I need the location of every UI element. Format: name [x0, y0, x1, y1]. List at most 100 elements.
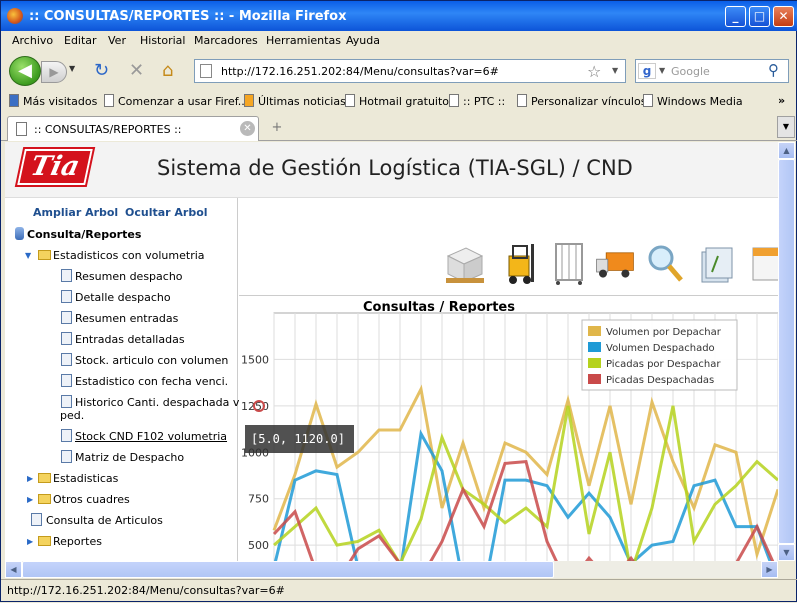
home-icon[interactable]: ⌂	[162, 61, 173, 81]
bookmark-label: Personalizar vínculos	[531, 95, 647, 108]
document-icon	[61, 332, 72, 345]
tree-group-otros-cuadres[interactable]: Otros cuadres	[38, 493, 130, 506]
stop-icon[interactable]: ✕	[129, 61, 144, 81]
bookmarks-toolbar: Más visitados Comenzar a usar Firef... Ú…	[1, 91, 797, 113]
navigation-tree-panel: Ampliar Arbol Ocultar Arbol Consulta/Rep…	[5, 198, 249, 561]
url-dropdown-icon[interactable]: ▼	[612, 66, 618, 75]
document-icon	[61, 290, 72, 303]
report-panel: Consultas / Reportes500750100012501500[5…	[239, 198, 778, 561]
menu-ayuda[interactable]: Ayuda	[346, 34, 380, 47]
magnifier-icon[interactable]	[645, 242, 685, 286]
legend-swatch	[588, 342, 601, 352]
y-tick-label: 750	[248, 493, 269, 506]
app-title: Sistema de Gestión Logística (TIA-SGL) /…	[157, 156, 633, 180]
bookmark-ptc[interactable]: :: PTC ::	[449, 94, 505, 108]
menu-ver[interactable]: Ver	[108, 34, 126, 47]
expand-arrow-icon[interactable]: ▶	[27, 495, 33, 504]
url-text[interactable]: http://172.16.251.202:84/Menu/consultas?…	[221, 65, 499, 78]
tab-close-icon[interactable]: ✕	[240, 121, 255, 136]
document-icon	[61, 450, 72, 463]
module-icon-row	[239, 198, 778, 296]
bookmark-windows-media[interactable]: Windows Media	[643, 94, 743, 108]
new-tab-button[interactable]: +	[263, 118, 291, 138]
forward-button[interactable]: ▶	[41, 61, 67, 83]
tree-item-entradas-detalladas[interactable]: Entradas detalladas	[75, 333, 185, 346]
tree-group-volumetria[interactable]: Estadisticos con volumetria	[38, 249, 205, 262]
bookmark-mas-visitados[interactable]: Más visitados	[9, 94, 97, 108]
url-bar[interactable]: http://172.16.251.202:84/Menu/consultas?…	[194, 59, 626, 83]
tree-item-resumen-entradas[interactable]: Resumen entradas	[75, 312, 178, 325]
bookmarks-more-button[interactable]: »	[778, 94, 785, 107]
bookmark-ultimas-noticias[interactable]: Últimas noticias	[244, 94, 346, 108]
tia-logo: Tia	[14, 147, 96, 187]
minimize-button[interactable]: _	[725, 6, 746, 27]
reload-icon[interactable]: ↻	[94, 61, 109, 81]
horizontal-scroll-thumb[interactable]	[22, 561, 554, 578]
bookmark-comenzar[interactable]: Comenzar a usar Firef...	[104, 94, 248, 108]
search-icon[interactable]: ⚲	[768, 61, 779, 79]
collapse-arrow-icon[interactable]: ▼	[25, 251, 31, 260]
calendar-icon[interactable]	[747, 242, 778, 286]
vertical-scroll-thumb[interactable]	[778, 159, 795, 544]
bookmark-hotmail[interactable]: Hotmail gratuito	[345, 94, 449, 108]
back-button[interactable]: ◀	[9, 56, 41, 86]
bookmark-personalizar[interactable]: Personalizar vínculos	[517, 94, 646, 108]
pallet-icon[interactable]	[444, 242, 484, 286]
tree-item-historico[interactable]: Historico Canti. despachada vs. ped.	[60, 396, 249, 422]
horizontal-scrollbar[interactable]: ◀ ▶	[5, 561, 778, 578]
tree-item-matriz-despacho[interactable]: Matriz de Despacho	[75, 451, 184, 464]
stacked-documents-icon[interactable]	[696, 242, 736, 286]
bookmark-label: :: PTC ::	[463, 95, 506, 108]
y-tick-label: 1500	[241, 353, 269, 366]
status-text: http://172.16.251.202:84/Menu/consultas?…	[7, 584, 285, 597]
document-icon	[61, 311, 72, 324]
firefox-icon	[7, 8, 23, 24]
scroll-down-icon[interactable]: ▼	[778, 544, 795, 561]
scroll-left-icon[interactable]: ◀	[5, 561, 22, 578]
menu-marcadores[interactable]: Marcadores	[194, 34, 258, 47]
menu-archivo[interactable]: Archivo	[12, 34, 53, 47]
tree-item-detalle-despacho[interactable]: Detalle despacho	[75, 291, 171, 304]
navigation-toolbar: ◀ ▶ ▼ ↻ ✕ ⌂ http://172.16.251.202:84/Men…	[1, 51, 797, 91]
expand-tree-link[interactable]: Ampliar Arbol	[33, 206, 118, 219]
forklift-icon[interactable]	[501, 242, 541, 286]
line-chart: Consultas / Reportes500750100012501500[5…	[241, 300, 778, 561]
tree-item-resumen-despacho[interactable]: Resumen despacho	[75, 270, 183, 283]
tree-item-consulta-articulos[interactable]: Consulta de Articulos	[46, 514, 163, 527]
hide-tree-link[interactable]: Ocultar Arbol	[125, 206, 208, 219]
folder-icon	[38, 494, 51, 504]
legend-swatch	[588, 358, 601, 368]
expand-arrow-icon[interactable]: ▶	[27, 474, 33, 483]
truck-icon[interactable]	[595, 242, 635, 286]
bookmark-label: Hotmail gratuito	[359, 95, 450, 108]
tree-item-stock-articulo[interactable]: Stock. articulo con volumen	[75, 354, 228, 367]
maximize-button[interactable]: □	[749, 6, 770, 27]
tree-item-estadistico-fecha[interactable]: Estadistico con fecha venci.	[75, 375, 228, 388]
tab-list-dropdown-icon[interactable]: ▼	[777, 116, 795, 138]
vertical-scrollbar[interactable]: ▲ ▼	[778, 142, 795, 561]
search-box[interactable]: g ▼ Google ⚲	[635, 59, 789, 83]
scroll-up-icon[interactable]: ▲	[778, 142, 795, 159]
menu-historial[interactable]: Historial	[140, 34, 185, 47]
close-button[interactable]: ✕	[773, 6, 794, 27]
group-label: Estadisticas	[53, 472, 119, 485]
expand-arrow-icon[interactable]: ▶	[27, 537, 33, 546]
menu-editar[interactable]: Editar	[64, 34, 97, 47]
cart-rack-icon[interactable]	[550, 242, 590, 286]
history-dropdown-icon[interactable]: ▼	[69, 64, 75, 73]
bookmark-star-icon[interactable]: ☆	[587, 62, 601, 81]
google-engine-icon[interactable]: g	[638, 63, 656, 79]
legend-swatch	[588, 326, 601, 336]
search-input[interactable]: Google	[671, 65, 710, 78]
tree-root[interactable]: Consulta/Reportes	[15, 227, 141, 241]
scroll-right-icon[interactable]: ▶	[761, 561, 778, 578]
engine-dropdown-icon[interactable]: ▼	[659, 66, 665, 75]
historico-label-line2: ped.	[60, 409, 85, 422]
tab-consultas[interactable]: :: CONSULTAS/REPORTES :: ✕	[7, 116, 259, 141]
tree-group-estadisticas[interactable]: Estadisticas	[38, 472, 118, 485]
tab-title: :: CONSULTAS/REPORTES ::	[34, 123, 182, 136]
tree-group-reportes[interactable]: Reportes	[38, 535, 102, 548]
document-icon	[31, 513, 42, 526]
menu-herramientas[interactable]: Herramientas	[266, 34, 341, 47]
tree-item-stock-cnd[interactable]: Stock CND F102 volumetria	[75, 430, 227, 443]
